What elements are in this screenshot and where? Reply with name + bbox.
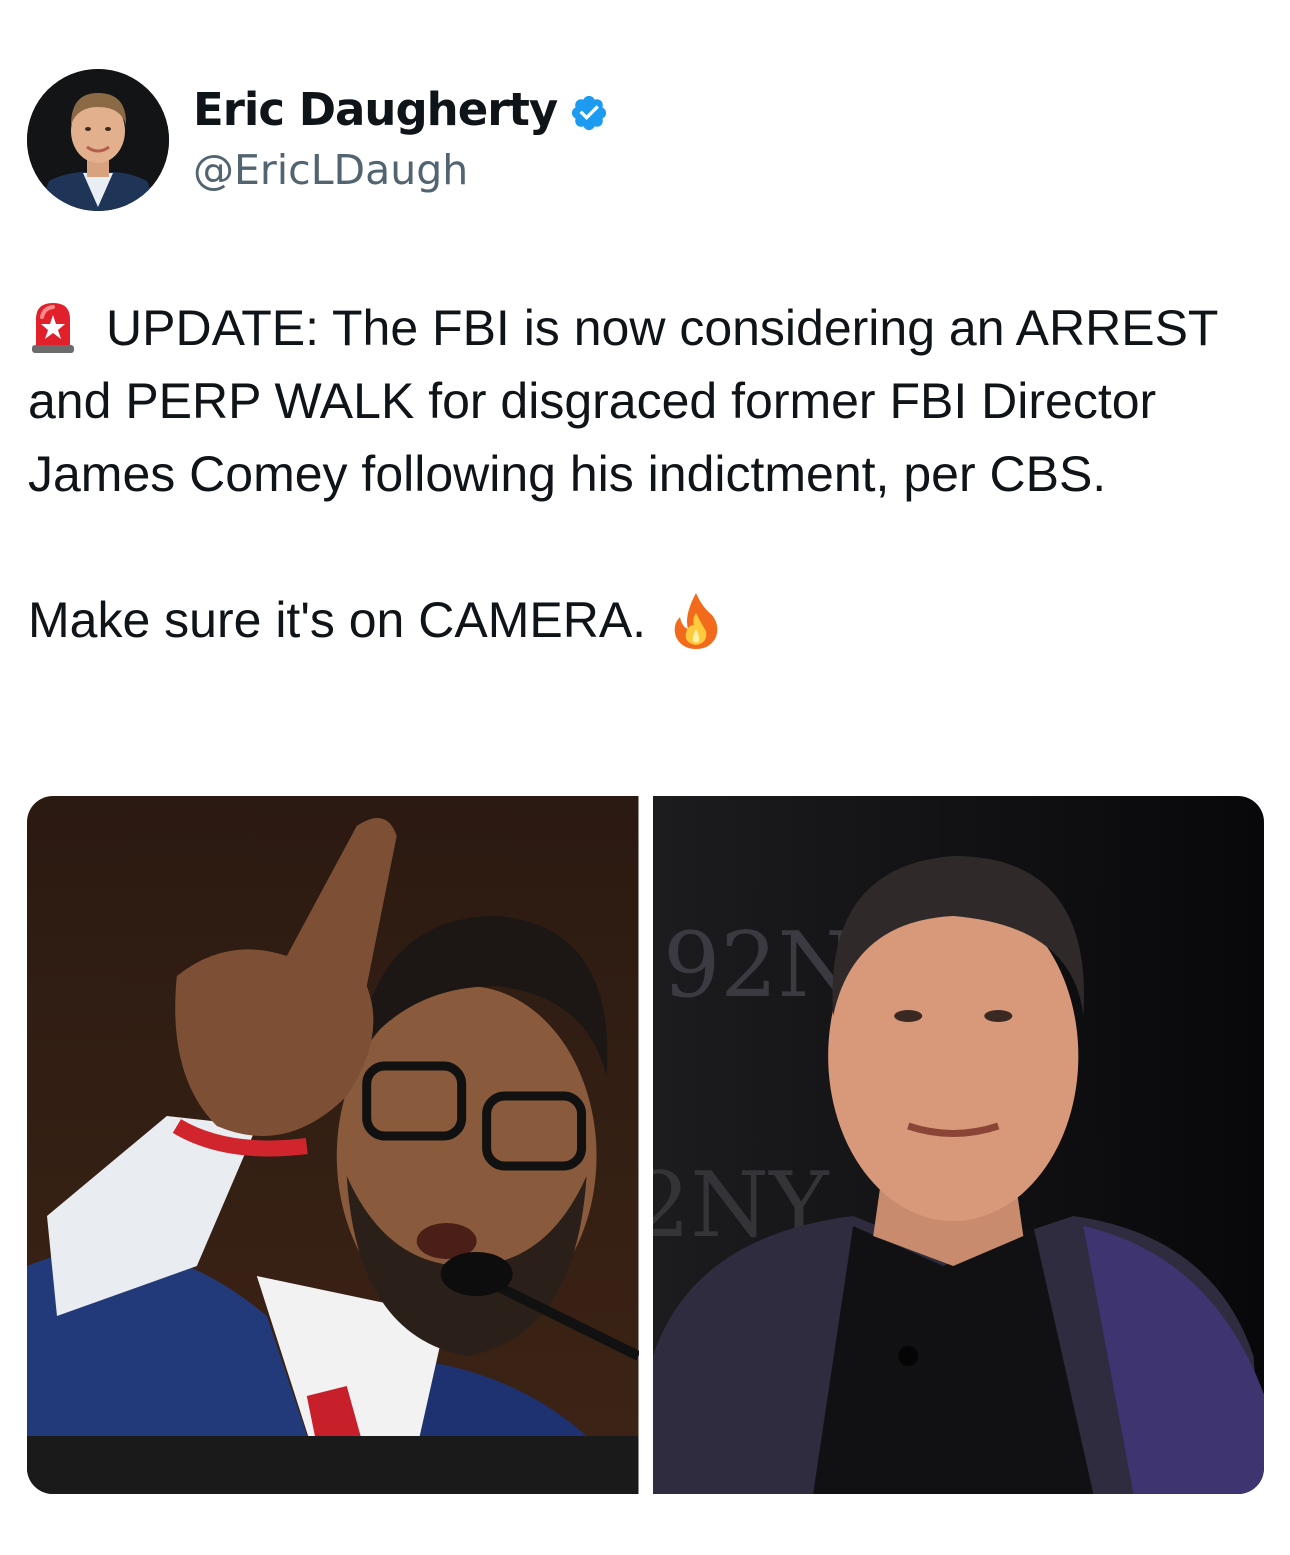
fire-icon [672,591,720,651]
avatar[interactable] [27,69,169,211]
police-light-icon [28,299,78,355]
tweet-paragraph: Make sure it's on CAMERA. [28,584,1278,657]
author-name-row[interactable]: Eric Daugherty [193,82,609,138]
tweet-body: UPDATE: The FBI is now considering an AR… [28,292,1278,657]
author-display-name[interactable]: Eric Daugherty [193,82,558,138]
media-photo-left[interactable] [27,796,639,1494]
tweet-paragraph: UPDATE: The FBI is now considering an AR… [28,292,1278,511]
media-photo-right[interactable]: 92NY 2NY [652,796,1264,1494]
verified-badge-icon [569,90,609,131]
photo-man-in-dark-blazer-icon: 92NY 2NY [652,796,1264,1494]
tweet-paragraph-2-text: Make sure it's on CAMERA. [28,592,647,648]
tweet-paragraph-1-text: UPDATE: The FBI is now considering an AR… [28,300,1218,502]
photo-man-pointing-at-microphone-icon [27,796,639,1494]
author-handle[interactable]: @EricLDaugh [193,144,468,196]
media-grid: 92NY 2NY [27,796,1264,1494]
profile-photo-icon [27,69,169,211]
